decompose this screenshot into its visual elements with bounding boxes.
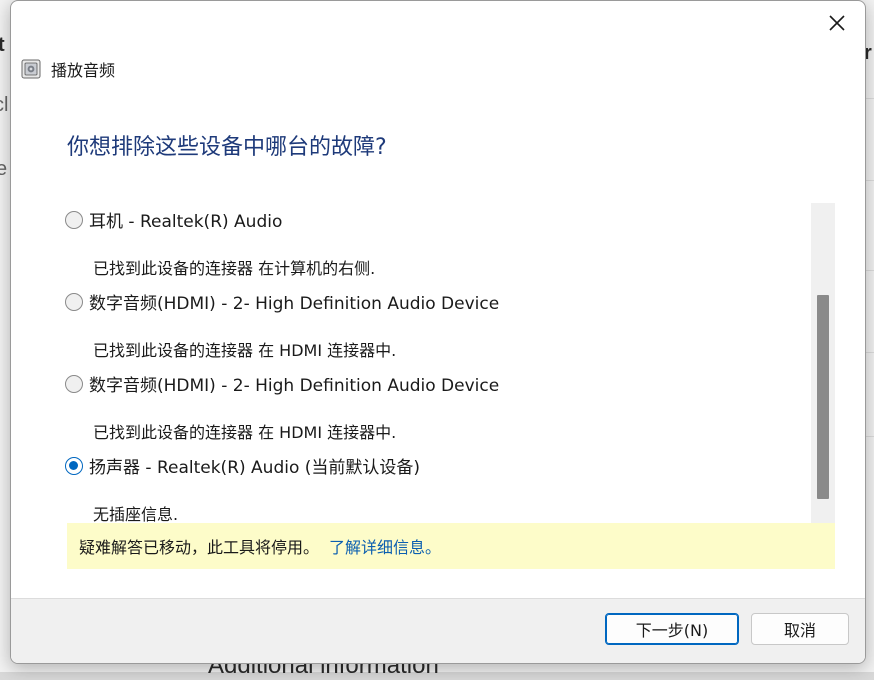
info-bar-text: 疑难解答已移动，此工具将停用。 — [79, 538, 320, 557]
radio-button[interactable] — [65, 292, 83, 311]
device-option-description: 已找到此设备的连接器 在 HDMI 连接器中. — [93, 341, 397, 360]
device-option-label: 耳机 - Realtek(R) Audio — [89, 212, 283, 232]
device-option-hdmi-2[interactable]: 数字音频(HDMI) - 2- High Definition Audio De… — [65, 371, 499, 396]
cancel-button[interactable]: 取消 — [751, 613, 849, 645]
device-option-speakers[interactable]: 扬声器 - Realtek(R) Audio (当前默认设备) — [65, 453, 420, 478]
device-list: 耳机 - Realtek(R) Audio 已找到此设备的连接器 在计算机的右侧… — [61, 201, 835, 523]
device-option-headphones[interactable]: 耳机 - Realtek(R) Audio — [65, 207, 282, 232]
scrollbar-thumb[interactable] — [817, 295, 829, 499]
deprecation-info-bar: 疑难解答已移动，此工具将停用。 了解详细信息。 — [67, 523, 835, 569]
background-text-fragment: e — [0, 158, 8, 180]
device-option-label: 扬声器 - Realtek(R) Audio (当前默认设备) — [89, 458, 421, 478]
background-text-fragment: t — [0, 34, 5, 56]
troubleshooter-dialog: 播放音频 你想排除这些设备中哪台的故障? 耳机 - Realtek(R) Aud… — [10, 0, 866, 664]
radio-button[interactable] — [65, 210, 83, 229]
close-icon — [829, 15, 845, 31]
radio-button-checked[interactable] — [65, 456, 83, 475]
device-option-description: 无插座信息. — [93, 505, 179, 523]
page-question: 你想排除这些设备中哪台的故障? — [67, 135, 387, 160]
close-button[interactable] — [819, 7, 855, 39]
dialog-app-title: 播放音频 — [51, 61, 116, 80]
device-option-label: 数字音频(HDMI) - 2- High Definition Audio De… — [89, 294, 500, 314]
speaker-app-icon — [21, 59, 41, 79]
dialog-footer: 下一步(N) 取消 — [11, 598, 865, 663]
dialog-header: 播放音频 — [21, 57, 115, 81]
learn-more-link[interactable]: 了解详细信息。 — [329, 534, 441, 558]
background-text-fragment: cl — [0, 94, 9, 116]
device-option-hdmi-1[interactable]: 数字音频(HDMI) - 2- High Definition Audio De… — [65, 289, 499, 314]
radio-button[interactable] — [65, 374, 83, 393]
next-button[interactable]: 下一步(N) — [605, 613, 739, 645]
device-option-description: 已找到此设备的连接器 在计算机的右侧. — [93, 259, 376, 278]
device-option-label: 数字音频(HDMI) - 2- High Definition Audio De… — [89, 376, 500, 396]
device-option-description: 已找到此设备的连接器 在 HDMI 连接器中. — [93, 423, 397, 442]
device-list-scrollbar[interactable] — [811, 203, 835, 523]
